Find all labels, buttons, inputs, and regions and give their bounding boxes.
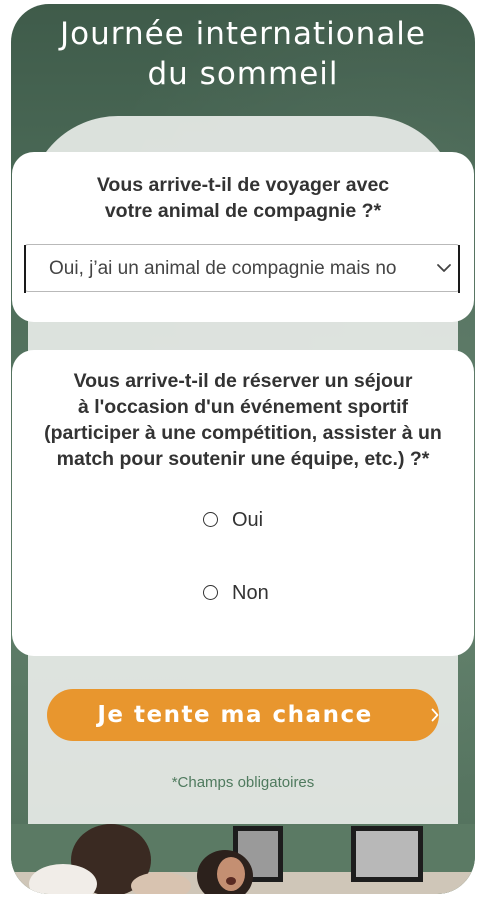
radio-label-non[interactable]: Non [232,582,269,604]
question-sport-label-line-3: (participer à une compétition, assister … [44,422,442,444]
bedroom-photo [11,824,475,894]
page-title: Journée internationale du sommeil [11,14,475,94]
phone-frame: Journée internationale du sommeil Vous a… [11,4,475,894]
select-left-edge [24,245,26,293]
chevron-right-icon [431,708,439,722]
question-card-pet: Vous arrive-t-il de voyager avec votre a… [12,152,474,322]
page-title-line-1: Journée internationale [60,16,426,52]
question-pet-label-line-2: votre animal de compagnie ?* [104,200,382,222]
pet-travel-select[interactable]: Oui, j’ai un animal de compagnie mais no [24,244,460,293]
question-pet-label: Vous arrive-t-il de voyager avec votre a… [32,172,454,224]
radio-label-oui[interactable]: Oui [232,509,263,531]
radio-button-oui[interactable] [203,512,218,527]
submit-button[interactable]: Je tente ma chance [47,689,439,741]
pet-travel-select-value: Oui, j’ai un animal de compagnie mais no [49,258,397,279]
submit-button-label: Je tente ma chance [97,702,373,728]
question-pet-label-line-1: Vous arrive-t-il de voyager avec [96,174,390,196]
chevron-down-icon[interactable] [435,261,453,275]
question-sport-label-line-1: Vous arrive-t-il de réserver un séjour [73,370,413,392]
question-card-sport: Vous arrive-t-il de réserver un séjour à… [12,350,474,656]
select-right-edge [458,245,460,293]
required-fields-note: *Champs obligatoires [171,774,315,791]
question-sport-label-line-2: à l'occasion d'un événement sportif [77,396,408,418]
question-sport-label: Vous arrive-t-il de réserver un séjour à… [18,368,468,472]
page-title-line-2: du sommeil [147,56,339,92]
radio-button-non[interactable] [203,585,218,600]
question-sport-label-line-4: match pour soutenir une équipe, etc.) ?* [56,448,430,470]
